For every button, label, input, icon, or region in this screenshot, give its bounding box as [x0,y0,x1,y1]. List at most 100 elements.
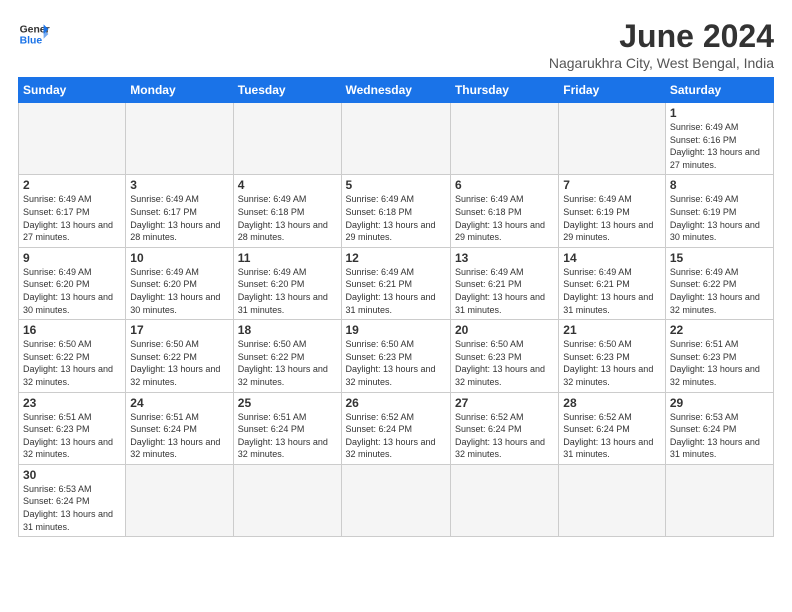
day-number: 14 [563,251,661,265]
calendar-week-row: 30Sunrise: 6:53 AM Sunset: 6:24 PM Dayli… [19,464,774,536]
day-info: Sunrise: 6:49 AM Sunset: 6:21 PM Dayligh… [563,266,661,316]
day-number: 15 [670,251,769,265]
day-info: Sunrise: 6:52 AM Sunset: 6:24 PM Dayligh… [455,411,554,461]
calendar-cell [450,464,558,536]
day-info: Sunrise: 6:49 AM Sunset: 6:19 PM Dayligh… [670,193,769,243]
day-info: Sunrise: 6:51 AM Sunset: 6:24 PM Dayligh… [238,411,337,461]
day-number: 29 [670,396,769,410]
calendar-week-row: 9 Sunrise: 6:49 AM Sunset: 6:20 PM Daylig… [19,247,774,319]
day-number: 4 [238,178,337,192]
calendar-week-row: 1Sunrise: 6:49 AM Sunset: 6:16 PM Daylig… [19,103,774,175]
day-info: Sunrise: 6:50 AM Sunset: 6:23 PM Dayligh… [346,338,446,388]
day-number: 25 [238,396,337,410]
page: General Blue June 2024 Nagarukhra City, … [0,0,792,547]
day-info: Sunrise: 6:49 AM Sunset: 6:20 PM Dayligh… [238,266,337,316]
calendar-cell: 5Sunrise: 6:49 AM Sunset: 6:18 PM Daylig… [341,175,450,247]
day-info: Sunrise: 6:49 AM Sunset: 6:20 PM Dayligh… [130,266,228,316]
title-block: June 2024 Nagarukhra City, West Bengal, … [549,18,774,71]
day-info: Sunrise: 6:53 AM Sunset: 6:24 PM Dayligh… [23,483,121,533]
calendar-cell [559,464,666,536]
calendar-cell [19,103,126,175]
calendar-cell: 11Sunrise: 6:49 AM Sunset: 6:20 PM Dayli… [233,247,341,319]
day-info: Sunrise: 6:52 AM Sunset: 6:24 PM Dayligh… [563,411,661,461]
day-info: Sunrise: 6:49 AM Sunset: 6:21 PM Dayligh… [346,266,446,316]
day-number: 22 [670,323,769,337]
day-info: Sunrise: 6:50 AM Sunset: 6:22 PM Dayligh… [130,338,228,388]
calendar-header-row: Sunday Monday Tuesday Wednesday Thursday… [19,78,774,103]
day-number: 16 [23,323,121,337]
day-number: 13 [455,251,554,265]
calendar-cell: 21Sunrise: 6:50 AM Sunset: 6:23 PM Dayli… [559,320,666,392]
calendar-cell: 24Sunrise: 6:51 AM Sunset: 6:24 PM Dayli… [126,392,233,464]
col-sunday: Sunday [19,78,126,103]
day-number: 1 [670,106,769,120]
calendar-cell: 13Sunrise: 6:49 AM Sunset: 6:21 PM Dayli… [450,247,558,319]
calendar-cell [559,103,666,175]
day-info: Sunrise: 6:49 AM Sunset: 6:22 PM Dayligh… [670,266,769,316]
day-info: Sunrise: 6:50 AM Sunset: 6:22 PM Dayligh… [238,338,337,388]
calendar-cell: 3Sunrise: 6:49 AM Sunset: 6:17 PM Daylig… [126,175,233,247]
calendar-cell: 8Sunrise: 6:49 AM Sunset: 6:19 PM Daylig… [665,175,773,247]
day-info: Sunrise: 6:51 AM Sunset: 6:24 PM Dayligh… [130,411,228,461]
day-info: Sunrise: 6:52 AM Sunset: 6:24 PM Dayligh… [346,411,446,461]
day-info: Sunrise: 6:49 AM Sunset: 6:18 PM Dayligh… [238,193,337,243]
location: Nagarukhra City, West Bengal, India [549,55,774,71]
day-number: 10 [130,251,228,265]
col-saturday: Saturday [665,78,773,103]
calendar-cell: 19Sunrise: 6:50 AM Sunset: 6:23 PM Dayli… [341,320,450,392]
day-info: Sunrise: 6:53 AM Sunset: 6:24 PM Dayligh… [670,411,769,461]
day-number: 27 [455,396,554,410]
day-info: Sunrise: 6:50 AM Sunset: 6:22 PM Dayligh… [23,338,121,388]
calendar-cell: 29Sunrise: 6:53 AM Sunset: 6:24 PM Dayli… [665,392,773,464]
day-number: 11 [238,251,337,265]
day-info: Sunrise: 6:49 AM Sunset: 6:19 PM Dayligh… [563,193,661,243]
calendar-cell: 15Sunrise: 6:49 AM Sunset: 6:22 PM Dayli… [665,247,773,319]
calendar-cell: 18Sunrise: 6:50 AM Sunset: 6:22 PM Dayli… [233,320,341,392]
day-info: Sunrise: 6:50 AM Sunset: 6:23 PM Dayligh… [563,338,661,388]
calendar-cell [341,464,450,536]
calendar-cell: 7Sunrise: 6:49 AM Sunset: 6:19 PM Daylig… [559,175,666,247]
logo: General Blue [18,18,50,50]
calendar-cell [233,103,341,175]
calendar-cell [341,103,450,175]
calendar-week-row: 2 Sunrise: 6:49 AM Sunset: 6:17 PM Daylig… [19,175,774,247]
day-number: 2 [23,178,121,192]
calendar-cell: 9Sunrise: 6:49 AM Sunset: 6:20 PM Daylig… [19,247,126,319]
calendar-cell: 27Sunrise: 6:52 AM Sunset: 6:24 PM Dayli… [450,392,558,464]
col-thursday: Thursday [450,78,558,103]
calendar-cell: 30Sunrise: 6:53 AM Sunset: 6:24 PM Dayli… [19,464,126,536]
calendar-cell: 25Sunrise: 6:51 AM Sunset: 6:24 PM Dayli… [233,392,341,464]
calendar-week-row: 16Sunrise: 6:50 AM Sunset: 6:22 PM Dayli… [19,320,774,392]
day-number: 28 [563,396,661,410]
day-number: 8 [670,178,769,192]
calendar-cell: 23Sunrise: 6:51 AM Sunset: 6:23 PM Dayli… [19,392,126,464]
day-info: Sunrise: 6:49 AM Sunset: 6:21 PM Dayligh… [455,266,554,316]
calendar-week-row: 23Sunrise: 6:51 AM Sunset: 6:23 PM Dayli… [19,392,774,464]
day-number: 26 [346,396,446,410]
calendar-cell: 14Sunrise: 6:49 AM Sunset: 6:21 PM Dayli… [559,247,666,319]
calendar-cell [665,464,773,536]
day-info: Sunrise: 6:51 AM Sunset: 6:23 PM Dayligh… [670,338,769,388]
calendar-cell: 4Sunrise: 6:49 AM Sunset: 6:18 PM Daylig… [233,175,341,247]
day-number: 6 [455,178,554,192]
day-info: Sunrise: 6:49 AM Sunset: 6:17 PM Dayligh… [130,193,228,243]
calendar-cell: 17Sunrise: 6:50 AM Sunset: 6:22 PM Dayli… [126,320,233,392]
day-info: Sunrise: 6:49 AM Sunset: 6:18 PM Dayligh… [455,193,554,243]
day-number: 9 [23,251,121,265]
day-number: 7 [563,178,661,192]
calendar-cell: 12Sunrise: 6:49 AM Sunset: 6:21 PM Dayli… [341,247,450,319]
calendar-cell [233,464,341,536]
header: General Blue June 2024 Nagarukhra City, … [18,18,774,71]
col-monday: Monday [126,78,233,103]
day-info: Sunrise: 6:49 AM Sunset: 6:16 PM Dayligh… [670,121,769,171]
calendar-table: Sunday Monday Tuesday Wednesday Thursday… [18,77,774,537]
col-friday: Friday [559,78,666,103]
calendar-cell: 22Sunrise: 6:51 AM Sunset: 6:23 PM Dayli… [665,320,773,392]
day-number: 5 [346,178,446,192]
day-number: 20 [455,323,554,337]
day-info: Sunrise: 6:51 AM Sunset: 6:23 PM Dayligh… [23,411,121,461]
calendar-cell: 10Sunrise: 6:49 AM Sunset: 6:20 PM Dayli… [126,247,233,319]
calendar-cell: 1Sunrise: 6:49 AM Sunset: 6:16 PM Daylig… [665,103,773,175]
day-number: 23 [23,396,121,410]
day-number: 18 [238,323,337,337]
